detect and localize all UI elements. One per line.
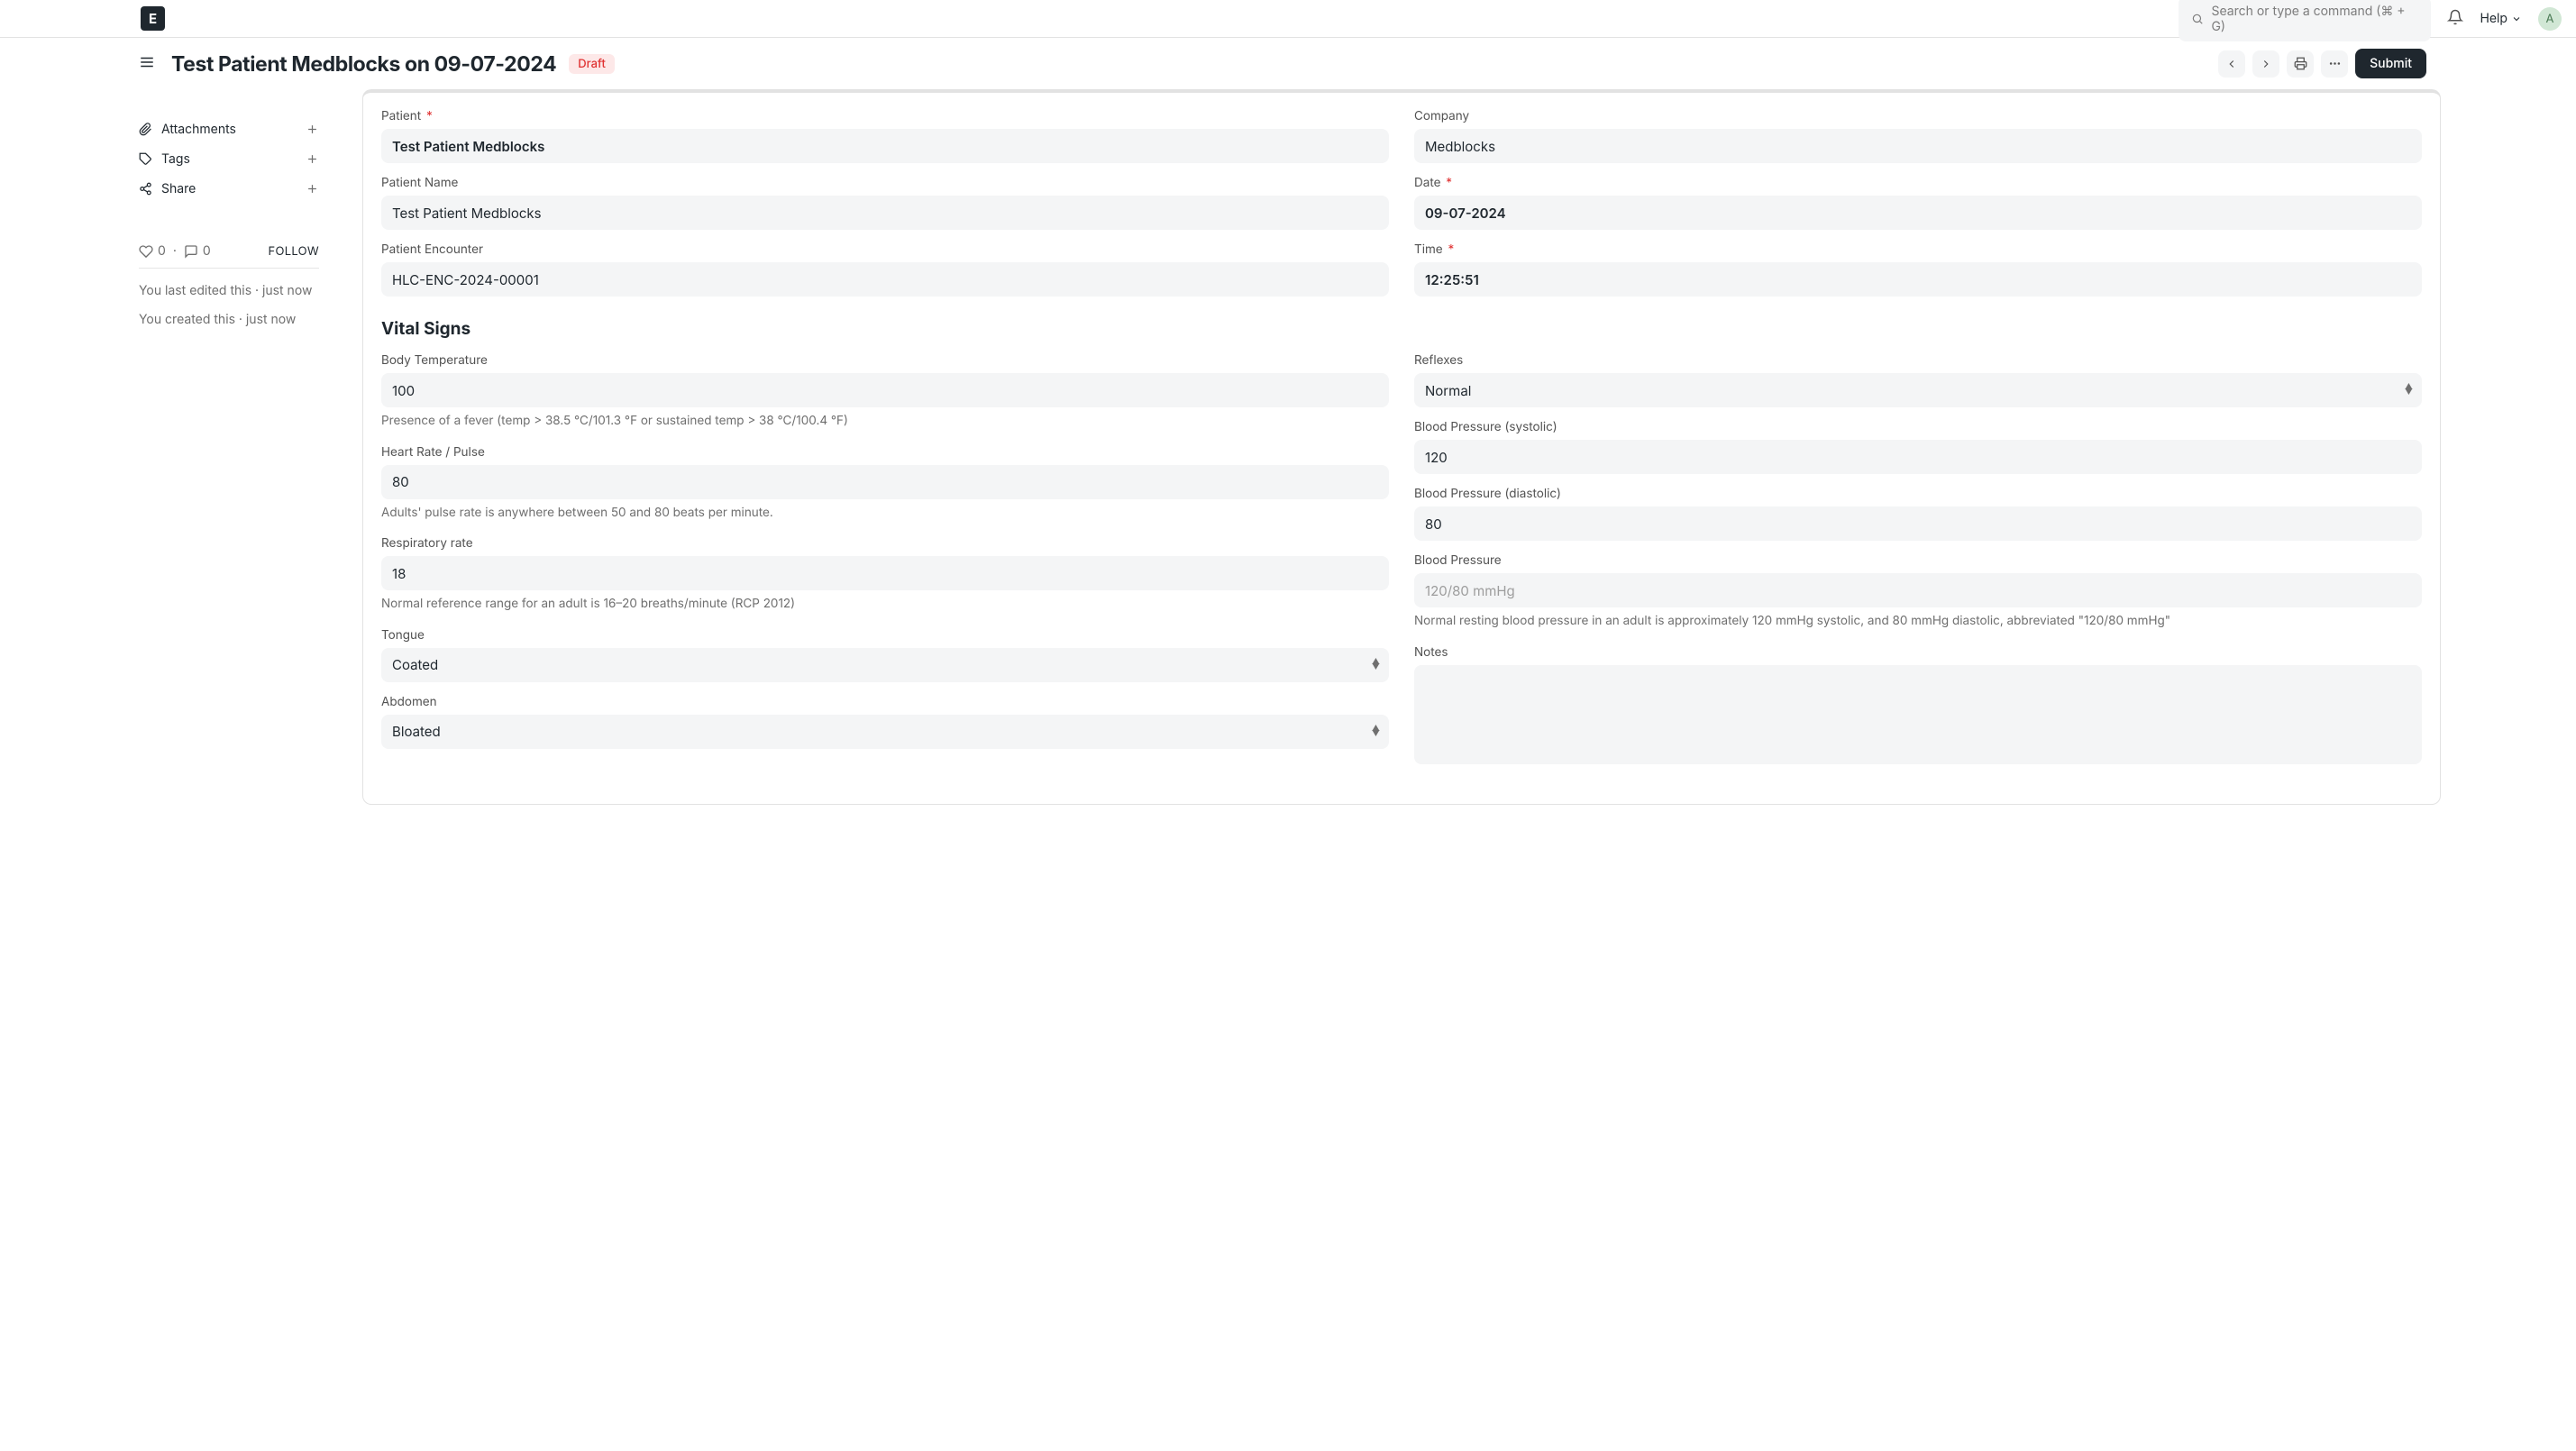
share-icon	[139, 182, 152, 196]
app-logo[interactable]: E	[141, 6, 165, 31]
date-label: Date *	[1414, 176, 2422, 190]
search-icon	[2191, 13, 2204, 25]
bp-sys-field[interactable]: 120	[1414, 440, 2422, 474]
comments[interactable]: 0	[184, 243, 211, 259]
chevron-down-icon	[2511, 14, 2522, 24]
company-field[interactable]: Medblocks	[1414, 129, 2422, 163]
printer-icon	[2294, 57, 2307, 70]
page-title: Test Patient Medblocks on 09-07-2024	[171, 51, 556, 77]
sidebar: Attachments Tags Share	[139, 89, 319, 805]
time-field[interactable]: 12:25:51	[1414, 262, 2422, 297]
abdomen-label: Abdomen	[381, 695, 1389, 709]
comment-count: 0	[203, 243, 211, 259]
notes-label: Notes	[1414, 645, 2422, 660]
patient-label: Patient *	[381, 109, 1389, 123]
page-header: Test Patient Medblocks on 09-07-2024 Dra…	[0, 38, 2576, 89]
more-button[interactable]	[2321, 50, 2348, 78]
heart-field[interactable]: 80	[381, 465, 1389, 499]
add-tag-button[interactable]	[306, 152, 319, 166]
last-edited: You last edited this · just now	[139, 281, 319, 301]
resp-help: Normal reference range for an adult is 1…	[381, 596, 1389, 614]
share-label: Share	[161, 181, 196, 196]
company-label: Company	[1414, 109, 2422, 123]
share-row[interactable]: Share	[139, 174, 319, 204]
vitals-section-title: Vital Signs	[381, 318, 2422, 339]
body-temp-help: Presence of a fever (temp > 38.5 °C/101.…	[381, 413, 1389, 431]
add-attachment-button[interactable]	[306, 123, 319, 136]
likes[interactable]: 0	[139, 243, 166, 259]
encounter-label: Patient Encounter	[381, 242, 1389, 257]
date-field[interactable]: 09-07-2024	[1414, 196, 2422, 230]
abdomen-select[interactable]: Bloated ▲▼	[381, 715, 1389, 749]
body-temp-label: Body Temperature	[381, 353, 1389, 368]
resp-label: Respiratory rate	[381, 536, 1389, 551]
print-button[interactable]	[2287, 50, 2314, 78]
help-menu[interactable]: Help	[2480, 11, 2522, 26]
submit-button[interactable]: Submit	[2355, 49, 2426, 78]
search-placeholder: Search or type a command (⌘ + G)	[2211, 4, 2418, 34]
tag-icon	[139, 152, 152, 166]
time-label: Time *	[1414, 242, 2422, 257]
heart-label: Heart Rate / Pulse	[381, 445, 1389, 460]
notes-field[interactable]	[1414, 665, 2422, 764]
bp-label: Blood Pressure	[1414, 553, 2422, 568]
bp-dia-label: Blood Pressure (diastolic)	[1414, 487, 2422, 501]
add-share-button[interactable]	[306, 182, 319, 196]
select-chevron-icon: ▲▼	[1372, 660, 1380, 671]
created-meta: You created this · just now	[139, 310, 319, 330]
paperclip-icon	[139, 123, 152, 136]
patient-name-label: Patient Name	[381, 176, 1389, 190]
tags-label: Tags	[161, 151, 190, 167]
bp-help: Normal resting blood pressure in an adul…	[1414, 613, 2422, 631]
sidebar-toggle[interactable]	[139, 54, 155, 74]
plus-icon	[306, 123, 319, 136]
attachments-label: Attachments	[161, 122, 236, 137]
bp-sys-label: Blood Pressure (systolic)	[1414, 420, 2422, 434]
plus-icon	[306, 182, 319, 196]
resp-field[interactable]: 18	[381, 556, 1389, 590]
reflexes-label: Reflexes	[1414, 353, 2422, 368]
global-search[interactable]: Search or type a command (⌘ + G)	[2179, 0, 2431, 41]
tongue-select[interactable]: Coated ▲▼	[381, 648, 1389, 682]
heart-help: Adults' pulse rate is anywhere between 5…	[381, 505, 1389, 523]
attachments-row[interactable]: Attachments	[139, 114, 319, 144]
status-badge: Draft	[569, 54, 615, 74]
bp-dia-field[interactable]: 80	[1414, 506, 2422, 541]
engagement-bar: 0 · 0 FOLLOW	[139, 231, 319, 269]
chevron-left-icon	[2225, 58, 2238, 70]
more-icon	[2328, 57, 2342, 70]
patient-link-field[interactable]: Test Patient Medblocks	[381, 129, 1389, 163]
like-count: 0	[158, 243, 166, 259]
follow-button[interactable]: FOLLOW	[269, 244, 320, 259]
topbar: E Search or type a command (⌘ + G) Help …	[0, 0, 2576, 38]
select-chevron-icon: ▲▼	[2405, 385, 2413, 396]
comment-icon	[184, 244, 198, 259]
plus-icon	[306, 152, 319, 166]
bell-icon	[2447, 9, 2463, 25]
notifications-button[interactable]	[2447, 9, 2463, 29]
bp-field[interactable]: 120/80 mmHg	[1414, 573, 2422, 607]
help-label: Help	[2480, 11, 2507, 26]
patient-name-field[interactable]: Test Patient Medblocks	[381, 196, 1389, 230]
prev-button[interactable]	[2218, 50, 2245, 78]
form-card: Patient * Test Patient Medblocks Patient…	[362, 89, 2441, 805]
encounter-field[interactable]: HLC-ENC-2024-00001	[381, 262, 1389, 297]
reflexes-select[interactable]: Normal ▲▼	[1414, 373, 2422, 407]
user-avatar[interactable]: A	[2538, 7, 2562, 31]
body-temp-field[interactable]: 100	[381, 373, 1389, 407]
select-chevron-icon: ▲▼	[1372, 726, 1380, 737]
menu-icon	[139, 54, 155, 70]
tongue-label: Tongue	[381, 628, 1389, 643]
heart-icon	[139, 244, 153, 259]
next-button[interactable]	[2252, 50, 2279, 78]
tags-row[interactable]: Tags	[139, 144, 319, 174]
chevron-right-icon	[2260, 58, 2272, 70]
